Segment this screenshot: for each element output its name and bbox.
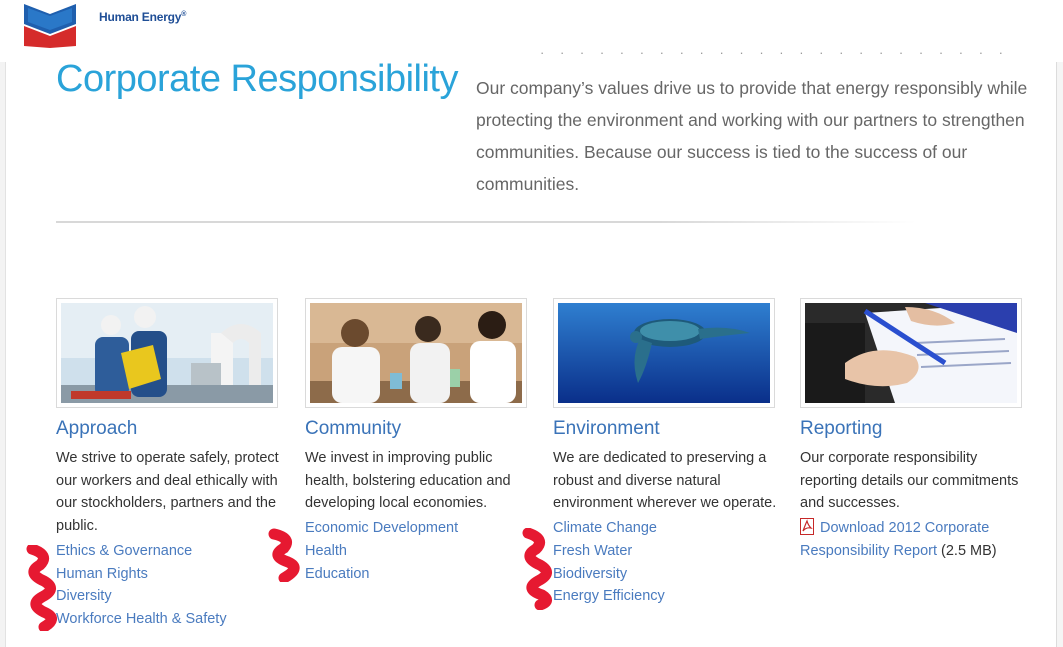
approach-section: Approach We strive to operate safely, pr… [56, 298, 286, 631]
sea-turtle-photo [558, 303, 770, 403]
environment-description: We are dedicated to preserving a robust … [553, 450, 777, 512]
list-item: Diversity [56, 585, 286, 608]
red-annotation-scribble [522, 528, 552, 610]
link-education[interactable]: Education [305, 566, 370, 582]
link-ethics-governance[interactable]: Ethics & Governance [56, 543, 192, 559]
list-item: Climate Change [553, 517, 783, 540]
pdf-icon[interactable] [800, 518, 814, 536]
link-human-rights[interactable]: Human Rights [56, 566, 148, 582]
reporting-heading[interactable]: Reporting [800, 418, 1030, 440]
red-annotation-scribble [268, 528, 300, 582]
list-item: Health [305, 540, 535, 563]
window-left-edge [0, 62, 6, 647]
brand-tagline[interactable]: Human Energy® [99, 10, 186, 24]
list-item: Energy Efficiency [553, 585, 783, 608]
link-workforce-health-safety[interactable]: Workforce Health & Safety [56, 611, 227, 627]
students-in-classroom-photo [310, 303, 522, 403]
link-fresh-water[interactable]: Fresh Water [553, 543, 632, 559]
link-economic-development[interactable]: Economic Development [305, 520, 458, 536]
reporting-description: Our corporate responsibility reporting d… [800, 450, 1019, 512]
report-download: Download 2012 Corporate Responsibility R… [800, 517, 1030, 562]
link-diversity[interactable]: Diversity [56, 588, 112, 604]
red-annotation-scribble [26, 545, 57, 631]
community-links: Economic Development Health Education [305, 517, 535, 585]
community-image[interactable] [305, 298, 527, 408]
approach-heading[interactable]: Approach [56, 418, 286, 440]
link-climate-change[interactable]: Climate Change [553, 520, 657, 536]
list-item: Workforce Health & Safety [56, 608, 286, 631]
community-heading[interactable]: Community [305, 418, 535, 440]
intro-paragraph: Our company’s values drive us to provide… [476, 78, 1028, 194]
link-biodiversity[interactable]: Biodiversity [553, 566, 627, 582]
page-title: Corporate Responsibility [56, 58, 458, 100]
list-item: Education [305, 563, 535, 586]
community-section: Community We invest in improving public … [305, 298, 535, 585]
list-item: Human Rights [56, 563, 286, 586]
link-energy-efficiency[interactable]: Energy Efficiency [553, 588, 665, 604]
list-item: Economic Development [305, 517, 535, 540]
list-item: Biodiversity [553, 563, 783, 586]
environment-section: Environment We are dedicated to preservi… [553, 298, 783, 608]
clipped-text-fragment: · · · · · · · · · · · · · · · · · · · · … [540, 50, 1009, 58]
workers-with-hard-hats-photo [61, 303, 273, 403]
reporting-section: Reporting Our corporate responsibility r… [800, 298, 1030, 563]
approach-image[interactable] [56, 298, 278, 408]
signing-document-photo [805, 303, 1017, 403]
community-description: We invest in improving public health, bo… [305, 450, 511, 512]
environment-heading[interactable]: Environment [553, 418, 783, 440]
link-health[interactable]: Health [305, 543, 347, 559]
chevron-logo[interactable] [22, 2, 78, 48]
approach-links: Ethics & Governance Human Rights Diversi… [56, 540, 286, 631]
section-divider [56, 221, 916, 223]
report-file-size: (2.5 MB) [937, 542, 997, 559]
window-scrollbar[interactable] [1056, 62, 1063, 647]
list-item: Ethics & Governance [56, 540, 286, 563]
reporting-image[interactable] [800, 298, 1022, 408]
approach-description: We strive to operate safely, protect our… [56, 450, 279, 535]
list-item: Fresh Water [553, 540, 783, 563]
environment-links: Climate Change Fresh Water Biodiversity … [553, 517, 783, 608]
environment-image[interactable] [553, 298, 775, 408]
